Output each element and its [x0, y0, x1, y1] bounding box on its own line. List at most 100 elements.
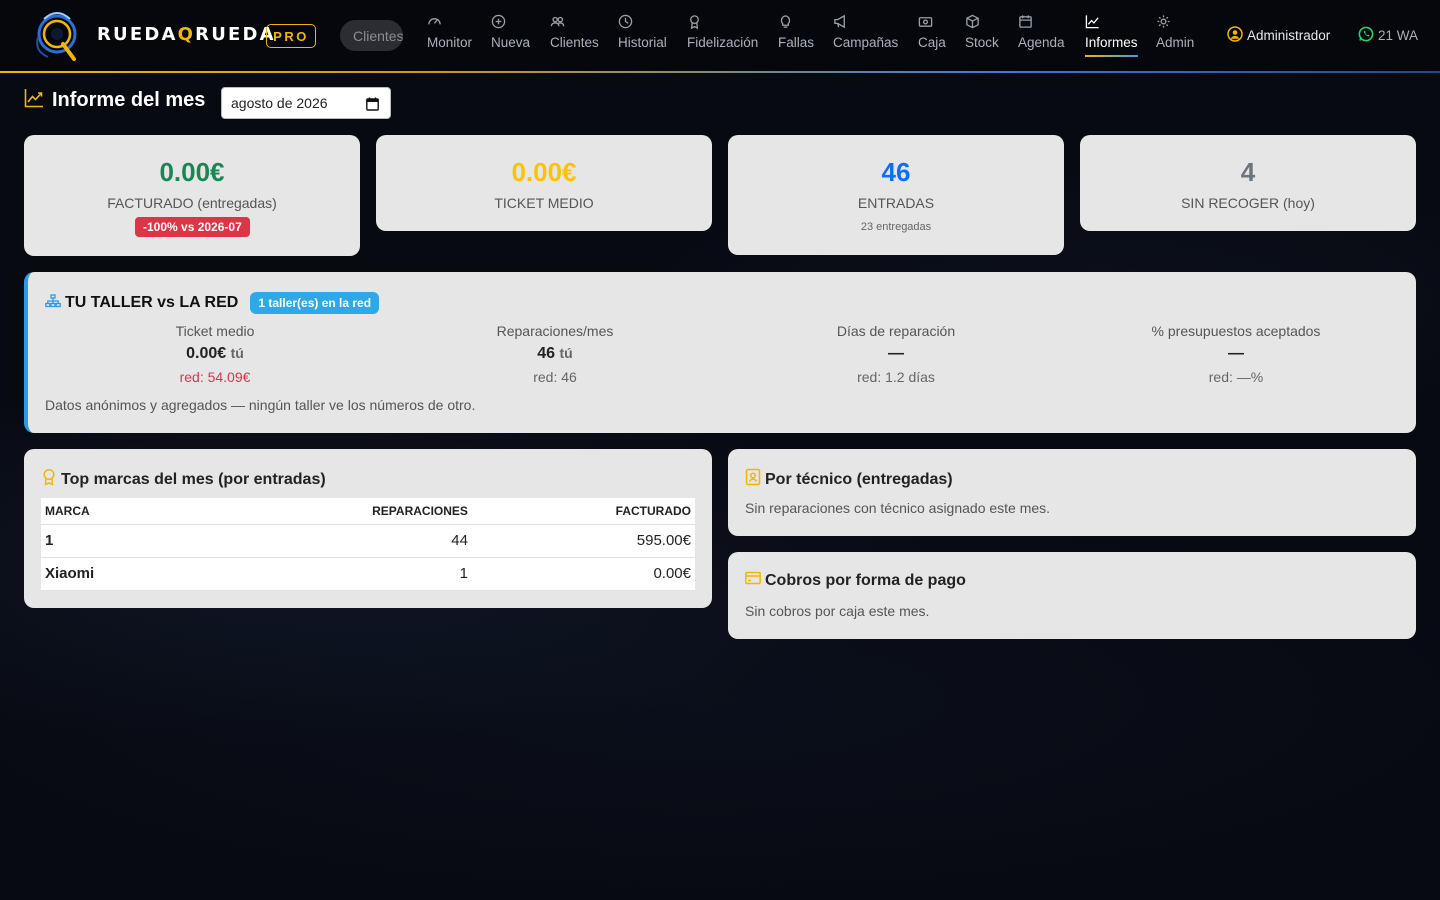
- whatsapp-count: 21 WA: [1378, 28, 1419, 43]
- payments-card: Cobros por forma de pago Sin cobros por …: [728, 552, 1416, 639]
- stat-value: 4: [1240, 157, 1256, 187]
- nav-label: Nueva: [491, 35, 531, 50]
- user-name: Administrador: [1247, 28, 1331, 43]
- nav-item-monitor[interactable]: Monitor: [427, 14, 472, 60]
- nav-item-admin[interactable]: Admin: [1156, 14, 1194, 60]
- calendar-icon[interactable]: [366, 97, 379, 114]
- user-menu[interactable]: Administrador: [1227, 26, 1330, 45]
- metric-label: Reparaciones/mes: [496, 323, 614, 339]
- award-icon: [687, 14, 703, 30]
- billed-cell: 595.00€: [471, 524, 695, 558]
- month-picker[interactable]: agosto de 2026: [221, 87, 391, 119]
- whatsapp-link[interactable]: 21 WA: [1358, 26, 1418, 45]
- panel-title-text: Cobros por forma de pago: [765, 571, 966, 589]
- stat-label: SIN RECOGER (hoy): [1181, 195, 1315, 211]
- nav-item-agenda[interactable]: Agenda: [1018, 14, 1065, 60]
- badge-id-icon: [745, 468, 761, 491]
- network-title-text: TU TALLER vs LA RED: [65, 294, 239, 311]
- top-brands-title: Top marcas del mes (por entradas): [41, 468, 326, 491]
- nav-label: Stock: [965, 35, 999, 50]
- gauge-icon: [427, 14, 443, 30]
- chart-icon: [1085, 14, 1101, 30]
- repairs-cell: 1: [194, 557, 472, 591]
- network-count-badge: 1 taller(es) en la red: [250, 292, 380, 314]
- technician-title: Por técnico (entregadas): [745, 468, 953, 491]
- network-comparison-card: TU TALLER vs LA RED 1 taller(es) en la r…: [24, 272, 1416, 433]
- nav-label: Fallas: [778, 35, 815, 50]
- month-value: agosto de 2026: [231, 95, 328, 111]
- nav-item-clientes[interactable]: Clientes: [550, 14, 599, 60]
- table-row: Xiaomi 1 0.00€: [41, 557, 695, 591]
- pro-badge: PRO: [266, 24, 316, 48]
- table-row: 1 44 595.00€: [41, 524, 695, 558]
- nav-item-nueva[interactable]: Nueva: [491, 14, 530, 60]
- box-icon: [965, 14, 981, 30]
- metric-reparaciones: Reparaciones/mes 46 tú red: 46: [385, 323, 725, 385]
- nav-item-stock[interactable]: Stock: [965, 14, 999, 60]
- whatsapp-icon: [1358, 26, 1374, 45]
- panel-title-text: Top marcas del mes (por entradas): [61, 470, 326, 488]
- nav-item-historial[interactable]: Historial: [618, 14, 667, 60]
- stat-card-entradas: 46 ENTRADAS 23 entregadas: [728, 135, 1064, 255]
- nav-item-fallas[interactable]: Fallas: [778, 14, 814, 60]
- metric-network: red: 1.2 días: [857, 369, 935, 385]
- nav-item-informes[interactable]: Informes: [1085, 14, 1138, 60]
- stat-card-facturado: 0.00€ FACTURADO (entregadas) -100% vs 20…: [24, 135, 360, 256]
- people-icon: [550, 14, 566, 30]
- top-brands-card: Top marcas del mes (por entradas) MARCA …: [24, 449, 712, 608]
- stat-label: ENTRADAS: [857, 195, 935, 211]
- nav-item-fidelizacion[interactable]: Fidelización: [687, 14, 758, 60]
- nav-label: Fidelización: [687, 35, 759, 50]
- brands-table: MARCA REPARACIONES FACTURADO 1 44 595.00…: [41, 498, 695, 591]
- metric-presupuestos: % presupuestos aceptados — red: —%: [1066, 323, 1406, 385]
- repairs-cell: 44: [194, 524, 472, 558]
- stat-value: 0.00€: [511, 157, 577, 187]
- stat-value: 0.00€: [159, 157, 225, 187]
- nav-label: Campañas: [833, 35, 899, 50]
- metric-network: red: —%: [1208, 369, 1264, 385]
- billed-cell: 0.00€: [471, 557, 695, 591]
- award-icon: [41, 468, 57, 491]
- stat-value: 46: [881, 157, 911, 187]
- chart-line-icon: [24, 88, 44, 113]
- clock-icon: [618, 14, 634, 30]
- nav-item-campanas[interactable]: Campañas: [833, 14, 898, 60]
- metric-you: —: [1228, 345, 1244, 362]
- top-navbar: RUEDAQRUEDA PRO Monitor Nueva Clientes H…: [0, 0, 1440, 72]
- stat-sub: 23 entregadas: [860, 221, 932, 233]
- network-icon: [45, 293, 61, 313]
- metric-label: Días de reparación: [836, 323, 956, 339]
- technician-empty-text: Sin reparaciones con técnico asignado es…: [745, 500, 1051, 516]
- metric-label: % presupuestos aceptados: [1151, 323, 1321, 339]
- network-title: TU TALLER vs LA RED 1 taller(es) en la r…: [45, 292, 380, 314]
- calendar-icon: [1018, 14, 1034, 30]
- metric-ticket-medio: Ticket medio 0.00€ tú red: 54.09€: [45, 323, 385, 385]
- lightbulb-icon: [778, 14, 794, 30]
- metric-network: red: 46: [533, 369, 577, 385]
- cash-icon: [918, 14, 934, 30]
- navbar-divider: [0, 71, 1440, 73]
- change-badge: -100% vs 2026-07: [135, 217, 250, 237]
- stat-card-sin-recoger: 4 SIN RECOGER (hoy): [1080, 135, 1416, 231]
- stat-card-ticket: 0.00€ TICKET MEDIO: [376, 135, 712, 231]
- column-header: MARCA: [41, 498, 195, 525]
- gear-icon: [1156, 14, 1172, 30]
- page-title: Informe del mes: [52, 89, 206, 111]
- user-circle-icon: [1227, 26, 1243, 45]
- nav-label: Informes: [1085, 35, 1138, 50]
- nav-label: Agenda: [1018, 35, 1065, 50]
- nav-item-caja[interactable]: Caja: [918, 14, 946, 60]
- credit-card-icon: [745, 571, 761, 590]
- app-logo[interactable]: [30, 7, 84, 63]
- client-search-input[interactable]: [340, 20, 403, 51]
- brand-name[interactable]: RUEDAQRUEDA: [97, 24, 276, 45]
- metric-network: red: 54.09€: [179, 369, 251, 385]
- brand-cell: Xiaomi: [41, 557, 195, 591]
- technician-card: Por técnico (entregadas) Sin reparacione…: [728, 449, 1416, 536]
- stat-label: TICKET MEDIO: [494, 195, 594, 211]
- column-header: REPARACIONES: [194, 498, 472, 525]
- metric-you: —: [888, 345, 904, 362]
- nav-label: Admin: [1156, 35, 1195, 50]
- column-header: FACTURADO: [471, 498, 695, 525]
- page-header: Informe del mes: [24, 88, 205, 113]
